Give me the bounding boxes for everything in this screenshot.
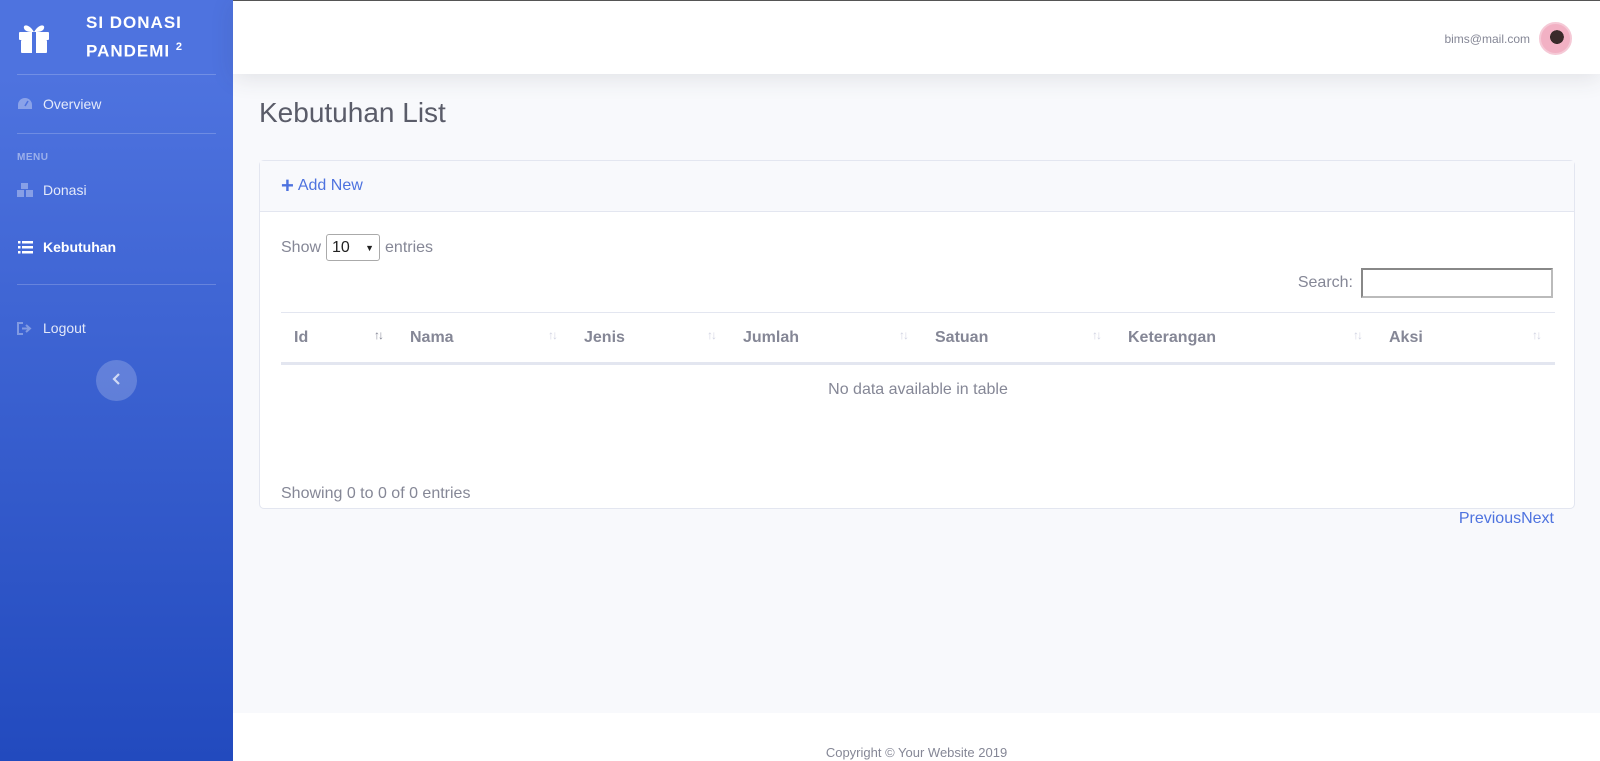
column-header-aksi[interactable]: Aksi ↑↓ [1376, 312, 1555, 365]
sidebar-item-donasi[interactable]: Donasi [0, 170, 233, 210]
column-header-keterangan[interactable]: Keterangan ↑↓ [1115, 312, 1376, 365]
sort-icon: ↑↓ [1532, 328, 1542, 342]
column-header-jenis[interactable]: Jenis ↑↓ [571, 312, 730, 365]
page-length-select[interactable]: 10 ▼ [326, 234, 381, 261]
column-header-nama[interactable]: Nama ↑↓ [397, 312, 571, 365]
sidebar-item-kebutuhan[interactable]: Kebutuhan [0, 210, 233, 284]
topbar: bims@mail.com [233, 0, 1600, 74]
empty-message: No data available in table [828, 381, 1008, 399]
sidebar-item-label: Logout [43, 320, 86, 336]
column-label: Aksi [1389, 328, 1423, 346]
card-header: + Add New [260, 161, 1574, 212]
tachometer-icon [17, 96, 33, 112]
column-label: Jenis [584, 328, 625, 346]
data-table: Id ↑↓ Nama ↑↓ Jenis ↑↓ Jumlah ↑↓ Satuan ↑↓ Ke… [281, 312, 1555, 416]
next-button[interactable]: Next [1521, 510, 1554, 527]
search-control: Search: [1298, 268, 1553, 298]
column-label: Id [294, 328, 309, 346]
sidebar-item-logout[interactable]: Logout [0, 299, 233, 357]
brand-line2: PANDEMI [86, 41, 171, 61]
entries-label: entries [385, 238, 434, 256]
sidebar-brand[interactable]: SI DONASI PANDEMI 2 [0, 0, 233, 74]
column-header-satuan[interactable]: Satuan ↑↓ [922, 312, 1115, 365]
sidebar-toggle-button[interactable] [96, 360, 137, 401]
table-info: Showing 0 to 0 of 0 entries [281, 485, 471, 502]
previous-button[interactable]: Previous [1459, 510, 1521, 527]
sidebar-item-overview[interactable]: Overview [0, 75, 233, 133]
plus-icon: + [281, 173, 294, 198]
sort-icon: ↑↓ [1092, 328, 1102, 342]
sort-icon: ↑↓ [899, 328, 909, 342]
data-card: + Add New Show 10 ▼ entries Search: Id ↑… [259, 160, 1575, 527]
list-icon [17, 239, 33, 255]
column-label: Satuan [935, 328, 989, 346]
page-length-value: 10 [332, 238, 350, 256]
caret-down-icon: ▼ [365, 242, 375, 253]
footer: Copyright © Your Website 2019 [233, 713, 1600, 761]
copyright-text: Copyright © Your Website 2019 [825, 745, 1008, 760]
search-input[interactable] [1361, 268, 1553, 298]
brand-name: SI DONASI PANDEMI 2 [86, 10, 196, 64]
table-header-row: Id ↑↓ Nama ↑↓ Jenis ↑↓ Jumlah ↑↓ Satuan ↑↓ Ke… [281, 312, 1555, 365]
column-label: Jumlah [743, 328, 800, 346]
add-new-label: Add New [297, 177, 363, 194]
pagination: PreviousNext [1459, 510, 1554, 528]
add-new-link[interactable]: + Add New [281, 173, 363, 198]
sidebar: SI DONASI PANDEMI 2 Overview MENU Donasi… [0, 0, 233, 761]
avatar[interactable] [1539, 22, 1572, 55]
sign-out-icon [17, 320, 33, 336]
page-title: Kebutuhan List [259, 97, 446, 128]
brand-sup: 2 [175, 41, 183, 54]
brand-line1: SI DONASI [86, 13, 182, 33]
sort-icon: ↑↓ [548, 328, 558, 342]
sort-asc-icon: ↑↓ [374, 328, 384, 342]
sort-icon: ↑↓ [1353, 328, 1363, 342]
user-dropdown[interactable]: bims@mail.com [1444, 22, 1572, 55]
page-length-control: Show 10 ▼ entries [281, 234, 433, 261]
sidebar-item-label: Donasi [43, 182, 87, 198]
sort-icon: ↑↓ [707, 328, 717, 342]
user-email: bims@mail.com [1444, 31, 1530, 46]
column-header-jumlah[interactable]: Jumlah ↑↓ [730, 312, 922, 365]
sidebar-heading: MENU [17, 152, 49, 163]
sidebar-item-label: Overview [43, 96, 102, 112]
column-header-id[interactable]: Id ↑↓ [281, 312, 397, 365]
table-row: No data available in table [281, 364, 1555, 416]
search-label: Search: [1297, 274, 1353, 291]
show-label: Show [281, 238, 322, 256]
sidebar-divider [17, 284, 216, 285]
sidebar-item-label: Kebutuhan [43, 239, 117, 255]
chevron-left-icon [111, 372, 122, 390]
gift-icon [14, 17, 54, 57]
boxes-icon [17, 182, 33, 198]
column-label: Keterangan [1128, 328, 1217, 346]
column-label: Nama [410, 328, 454, 346]
